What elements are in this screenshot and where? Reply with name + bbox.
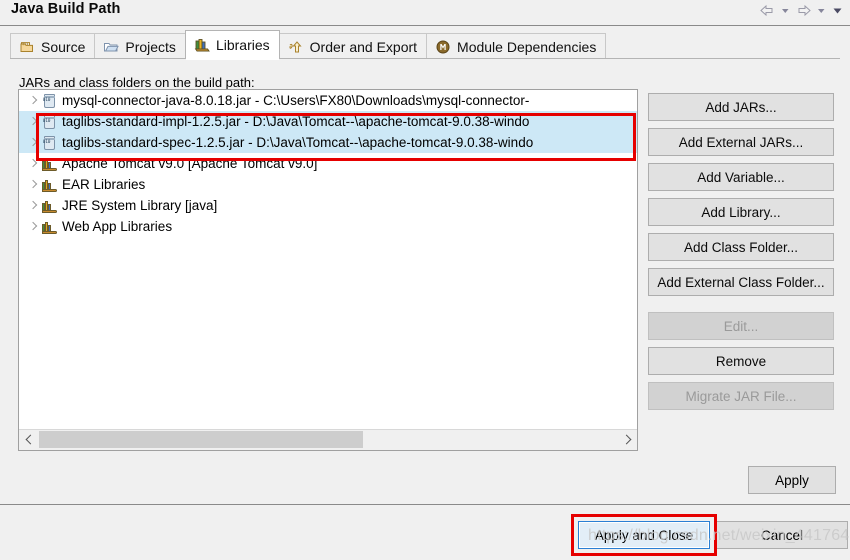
scroll-left-icon[interactable]	[19, 430, 39, 450]
expand-chevron-right-icon[interactable]	[25, 93, 41, 109]
tab-source-label: Source	[41, 38, 86, 55]
tree-horizontal-scrollbar[interactable]	[19, 429, 637, 450]
add-external-jars-button[interactable]: Add External JARs...	[648, 128, 834, 156]
tree-row-label: mysql-connector-java-8.0.18.jar - C:\Use…	[62, 92, 530, 108]
apply-button[interactable]: Apply	[748, 466, 836, 494]
add-variable-button[interactable]: Add Variable...	[648, 163, 834, 191]
scroll-right-icon[interactable]	[617, 430, 637, 450]
tab-module-dependencies[interactable]: Module Dependencies	[426, 33, 607, 59]
tree-row-label: EAR Libraries	[62, 176, 146, 192]
libraries-books-icon	[194, 37, 210, 53]
tab-libraries[interactable]: Libraries	[184, 30, 280, 60]
jar-icon: 010	[41, 114, 58, 130]
apply-and-close-button[interactable]: Apply and Close	[578, 521, 710, 549]
tree-row-label: taglibs-standard-spec-1.2.5.jar - D:\Jav…	[62, 134, 534, 150]
expand-chevron-right-icon[interactable]	[25, 135, 41, 151]
tab-projects[interactable]: Projects	[94, 33, 186, 59]
add-jars-button[interactable]: Add JARs...	[648, 93, 834, 121]
expand-chevron-right-icon[interactable]	[25, 114, 41, 130]
footer-separator	[0, 504, 850, 505]
library-icon	[41, 198, 58, 214]
scrollbar-track[interactable]	[39, 430, 617, 450]
tab-projects-label: Projects	[125, 38, 176, 55]
remove-button[interactable]: Remove	[648, 347, 834, 375]
tab-strip: Source Projects Libraries Order and Expo…	[10, 30, 607, 60]
module-icon	[435, 39, 451, 55]
tree-row[interactable]: Apache Tomcat v9.0 [Apache Tomcat v9.0]	[19, 153, 637, 174]
tree-row-label: JRE System Library [java]	[62, 197, 218, 213]
tree-row[interactable]: Web App Libraries	[19, 216, 637, 237]
source-folder-icon	[19, 39, 35, 55]
tree-section-label: JARs and class folders on the build path…	[19, 75, 255, 90]
migrate-jar-file-button: Migrate JAR File...	[648, 382, 834, 410]
cancel-button[interactable]: Cancel	[716, 521, 848, 549]
view-menu-chevron-down-icon[interactable]	[831, 3, 844, 18]
tree-row[interactable]: 010 taglibs-standard-impl-1.2.5.jar - D:\…	[19, 111, 637, 132]
edit-button: Edit...	[648, 312, 834, 340]
tree-row-label: taglibs-standard-impl-1.2.5.jar - D:\Jav…	[62, 113, 530, 129]
tree-row[interactable]: JRE System Library [java]	[19, 195, 637, 216]
tab-module-dependencies-label: Module Dependencies	[457, 38, 597, 55]
scrollbar-thumb[interactable]	[39, 431, 363, 448]
tree-row[interactable]: 010 taglibs-standard-spec-1.2.5.jar - D:\…	[19, 132, 637, 153]
jar-icon: 010	[41, 135, 58, 151]
tree-row[interactable]: 010 mysql-connector-java-8.0.18.jar - C:\…	[19, 90, 637, 111]
build-path-tree[interactable]: 010 mysql-connector-java-8.0.18.jar - C:\…	[19, 90, 637, 428]
back-arrow-icon[interactable]	[759, 3, 776, 18]
library-icon	[41, 219, 58, 235]
expand-chevron-right-icon[interactable]	[25, 198, 41, 214]
title-separator	[0, 25, 850, 26]
dialog-title-bar: Java Build Path	[0, 0, 850, 26]
tabs-underline	[10, 58, 840, 59]
add-external-class-folder-button[interactable]: Add External Class Folder...	[648, 268, 834, 296]
projects-folder-icon	[103, 39, 120, 55]
jar-icon: 010	[41, 93, 58, 109]
back-history-chevron-down-icon[interactable]	[779, 3, 792, 18]
forward-arrow-icon[interactable]	[795, 3, 812, 18]
add-class-folder-button[interactable]: Add Class Folder...	[648, 233, 834, 261]
forward-history-chevron-down-icon[interactable]	[815, 3, 828, 18]
order-export-arrow-icon	[288, 39, 304, 55]
side-button-column: Add JARs... Add External JARs... Add Varia…	[648, 93, 834, 417]
tree-row-label: Web App Libraries	[62, 218, 173, 234]
library-icon	[41, 177, 58, 193]
tab-source[interactable]: Source	[10, 33, 96, 59]
expand-chevron-right-icon[interactable]	[25, 219, 41, 235]
page-title: Java Build Path	[11, 1, 121, 17]
expand-chevron-right-icon[interactable]	[25, 177, 41, 193]
library-icon	[41, 156, 58, 172]
tab-selected-underline-mask	[185, 58, 279, 60]
title-navigation-controls	[759, 3, 844, 18]
expand-chevron-right-icon[interactable]	[25, 156, 41, 172]
tab-libraries-label: Libraries	[215, 37, 270, 53]
tab-order-and-export-label: Order and Export	[309, 38, 418, 55]
build-path-tree-panel[interactable]: 010 mysql-connector-java-8.0.18.jar - C:\…	[18, 89, 638, 451]
tab-order-and-export[interactable]: Order and Export	[278, 33, 428, 59]
tree-row-label: Apache Tomcat v9.0 [Apache Tomcat v9.0]	[62, 155, 318, 171]
tree-row[interactable]: EAR Libraries	[19, 174, 637, 195]
add-library-button[interactable]: Add Library...	[648, 198, 834, 226]
